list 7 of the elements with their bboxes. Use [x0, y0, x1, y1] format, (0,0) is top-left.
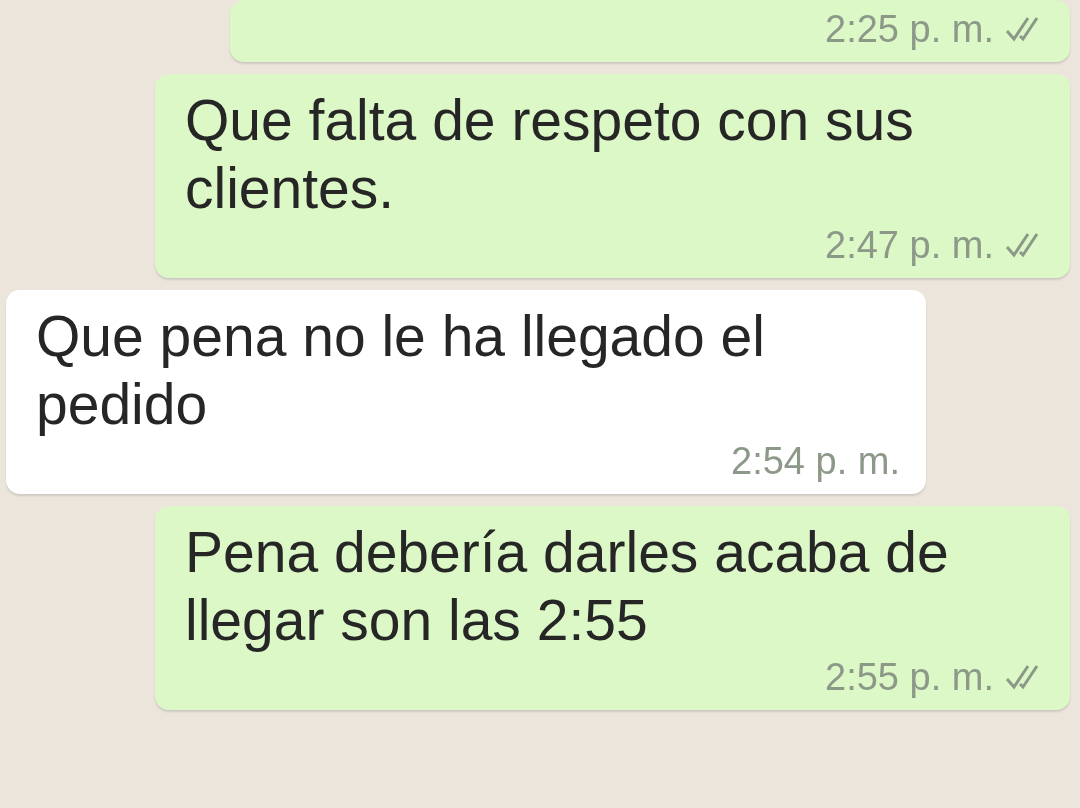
message-text: Que falta de respeto con sus clientes. — [185, 87, 915, 222]
message-time: 2:25 p. m. — [825, 7, 994, 52]
message-time: 2:55 p. m. — [825, 655, 994, 700]
message-time: 2:47 p. m. — [825, 223, 994, 268]
message-text: Pena debería darles acaba de llegar son las 2:55 — [185, 519, 950, 654]
message-text: Que pena no le ha llegado el pedido — [36, 303, 766, 438]
message-time: 2:54 p. m. — [731, 439, 900, 484]
